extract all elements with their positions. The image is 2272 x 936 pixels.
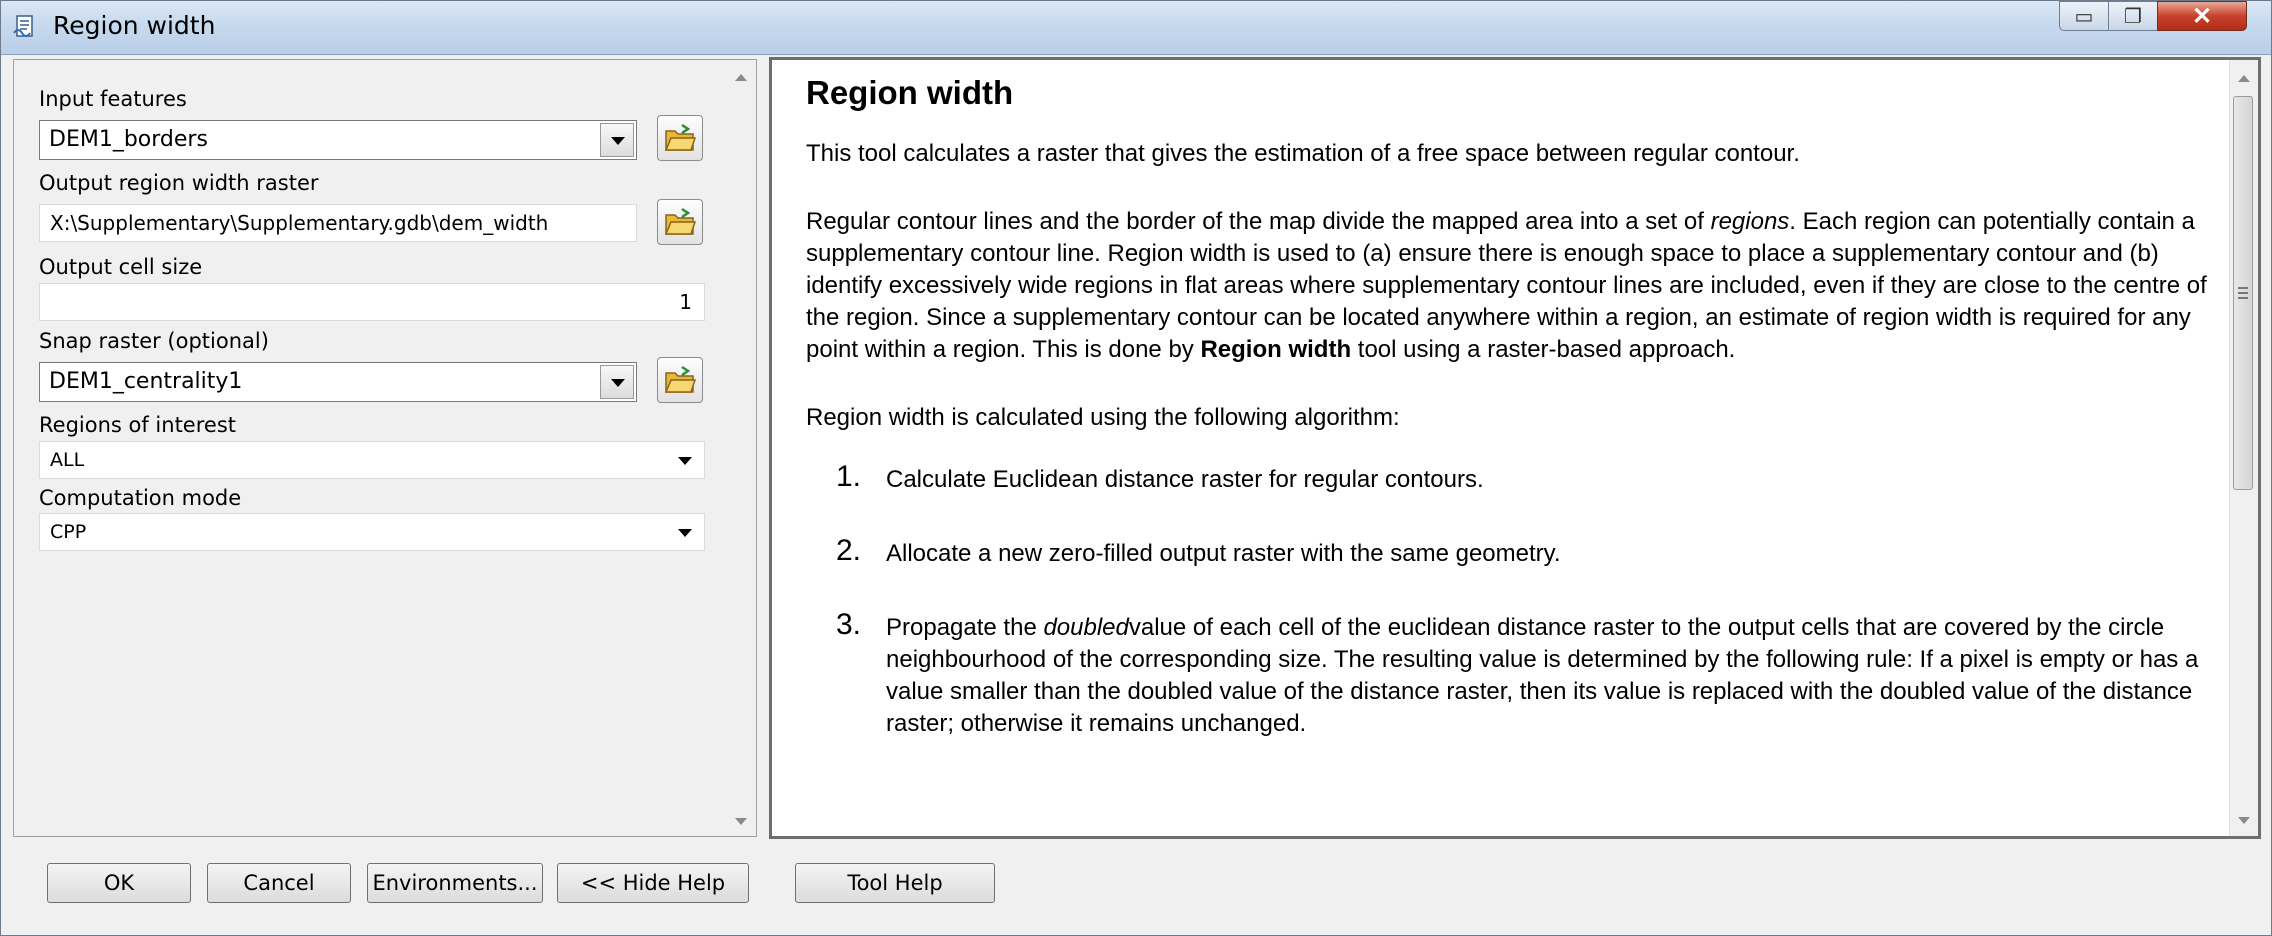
regions-of-interest-value: ALL (50, 449, 85, 471)
window-title: Region width (53, 11, 216, 40)
output-raster-input[interactable]: X:\Supplementary\Supplementary.gdb\dem_w… (39, 204, 637, 242)
ok-button[interactable]: OK (47, 863, 191, 903)
maximize-button[interactable]: ❐ (2108, 1, 2158, 31)
hide-help-button[interactable]: << Hide Help (557, 863, 749, 903)
close-icon: ✕ (2191, 2, 2213, 30)
scroll-up-icon (735, 74, 747, 81)
list-item: 2. Allocate a new zero-filled output ras… (806, 534, 2216, 570)
output-raster-label: Output region width raster (39, 171, 319, 195)
chevron-down-icon[interactable] (600, 365, 634, 399)
snap-raster-label: Snap raster (optional) (39, 329, 269, 353)
help-scrollbar[interactable] (2229, 60, 2258, 836)
snap-raster-combo[interactable]: DEM1_centrality1 (39, 362, 637, 402)
output-raster-value: X:\Supplementary\Supplementary.gdb\dem_w… (50, 211, 549, 235)
maximize-icon: ❐ (2124, 5, 2142, 28)
grip-icon (2238, 292, 2248, 294)
help-title: Region width (806, 74, 1014, 111)
help-description: Regular contour lines and the border of … (806, 206, 2216, 366)
input-features-browse-button[interactable] (657, 115, 703, 161)
tool-script-icon (13, 15, 33, 37)
step-number: 2. (836, 534, 862, 567)
input-features-combo[interactable]: DEM1_borders (39, 120, 637, 160)
help-description-part1: Regular contour lines and the border of … (806, 208, 1711, 235)
scroll-up-icon (2238, 75, 2250, 82)
help-description-regions: regions (1710, 208, 1790, 235)
regions-of-interest-select[interactable]: ALL (39, 441, 705, 479)
output-cell-size-value: 1 (679, 290, 692, 314)
tool-help-button[interactable]: Tool Help (795, 863, 995, 903)
help-panel: Region width This tool calculates a rast… (769, 57, 2261, 839)
scroll-down-icon (2238, 817, 2250, 824)
computation-mode-value: CPP (50, 521, 87, 543)
help-algorithm-intro: Region width is calculated using the fol… (806, 404, 1400, 431)
help-intro: This tool calculates a raster that gives… (806, 140, 1800, 167)
step-number: 1. (836, 460, 862, 493)
scrollbar-track (735, 74, 747, 825)
chevron-down-icon (678, 457, 692, 465)
output-raster-browse-button[interactable] (657, 199, 703, 245)
input-features-label: Input features (39, 87, 187, 111)
open-folder-icon (664, 123, 696, 151)
help-content: Region width This tool calculates a rast… (806, 74, 2216, 782)
step-text: Calculate Euclidean distance raster for … (886, 466, 1484, 493)
minimize-icon: ▭ (2074, 5, 2094, 28)
grip-icon (2238, 287, 2248, 289)
grip-icon (2238, 297, 2248, 299)
chevron-down-icon (678, 529, 692, 537)
tool-dialog-window: Region width ▭ ❐ ✕ Input features DEM1_b… (0, 0, 2272, 936)
scroll-down-icon (735, 818, 747, 825)
computation-mode-select[interactable]: CPP (39, 513, 705, 551)
environments-button[interactable]: Environments... (367, 863, 543, 903)
input-features-value: DEM1_borders (49, 127, 208, 152)
help-description-toolname: Region width (1200, 336, 1352, 363)
output-cell-size-input[interactable]: 1 (39, 283, 705, 321)
algorithm-steps-list: 1. Calculate Euclidean distance raster f… (806, 460, 2216, 740)
parameters-scrollbar[interactable] (727, 61, 755, 835)
help-description-part3: tool using a raster-based approach. (1351, 336, 1736, 363)
snap-raster-value: DEM1_centrality1 (49, 369, 243, 394)
scrollbar-thumb[interactable] (2233, 96, 2253, 490)
output-cell-size-label: Output cell size (39, 255, 203, 279)
step-text-doubled: doubled (1043, 614, 1129, 641)
list-item: 3. Propagate the doubledvalue of each ce… (806, 608, 2216, 740)
cancel-button[interactable]: Cancel (207, 863, 351, 903)
title-bar: Region width ▭ ❐ ✕ (1, 1, 2271, 55)
close-button[interactable]: ✕ (2157, 1, 2247, 31)
step-text-part1: Propagate the (886, 614, 1044, 641)
list-item: 1. Calculate Euclidean distance raster f… (806, 460, 2216, 496)
open-folder-icon (664, 365, 696, 393)
computation-mode-label: Computation mode (39, 486, 242, 510)
open-folder-icon (664, 207, 696, 235)
chevron-down-icon[interactable] (600, 123, 634, 157)
step-number: 3. (836, 608, 862, 641)
step-text: Allocate a new zero-filled output raster… (886, 540, 1561, 567)
snap-raster-browse-button[interactable] (657, 357, 703, 403)
minimize-button[interactable]: ▭ (2059, 1, 2109, 31)
regions-of-interest-label: Regions of interest (39, 413, 236, 437)
panel-splitter[interactable] (759, 59, 769, 837)
